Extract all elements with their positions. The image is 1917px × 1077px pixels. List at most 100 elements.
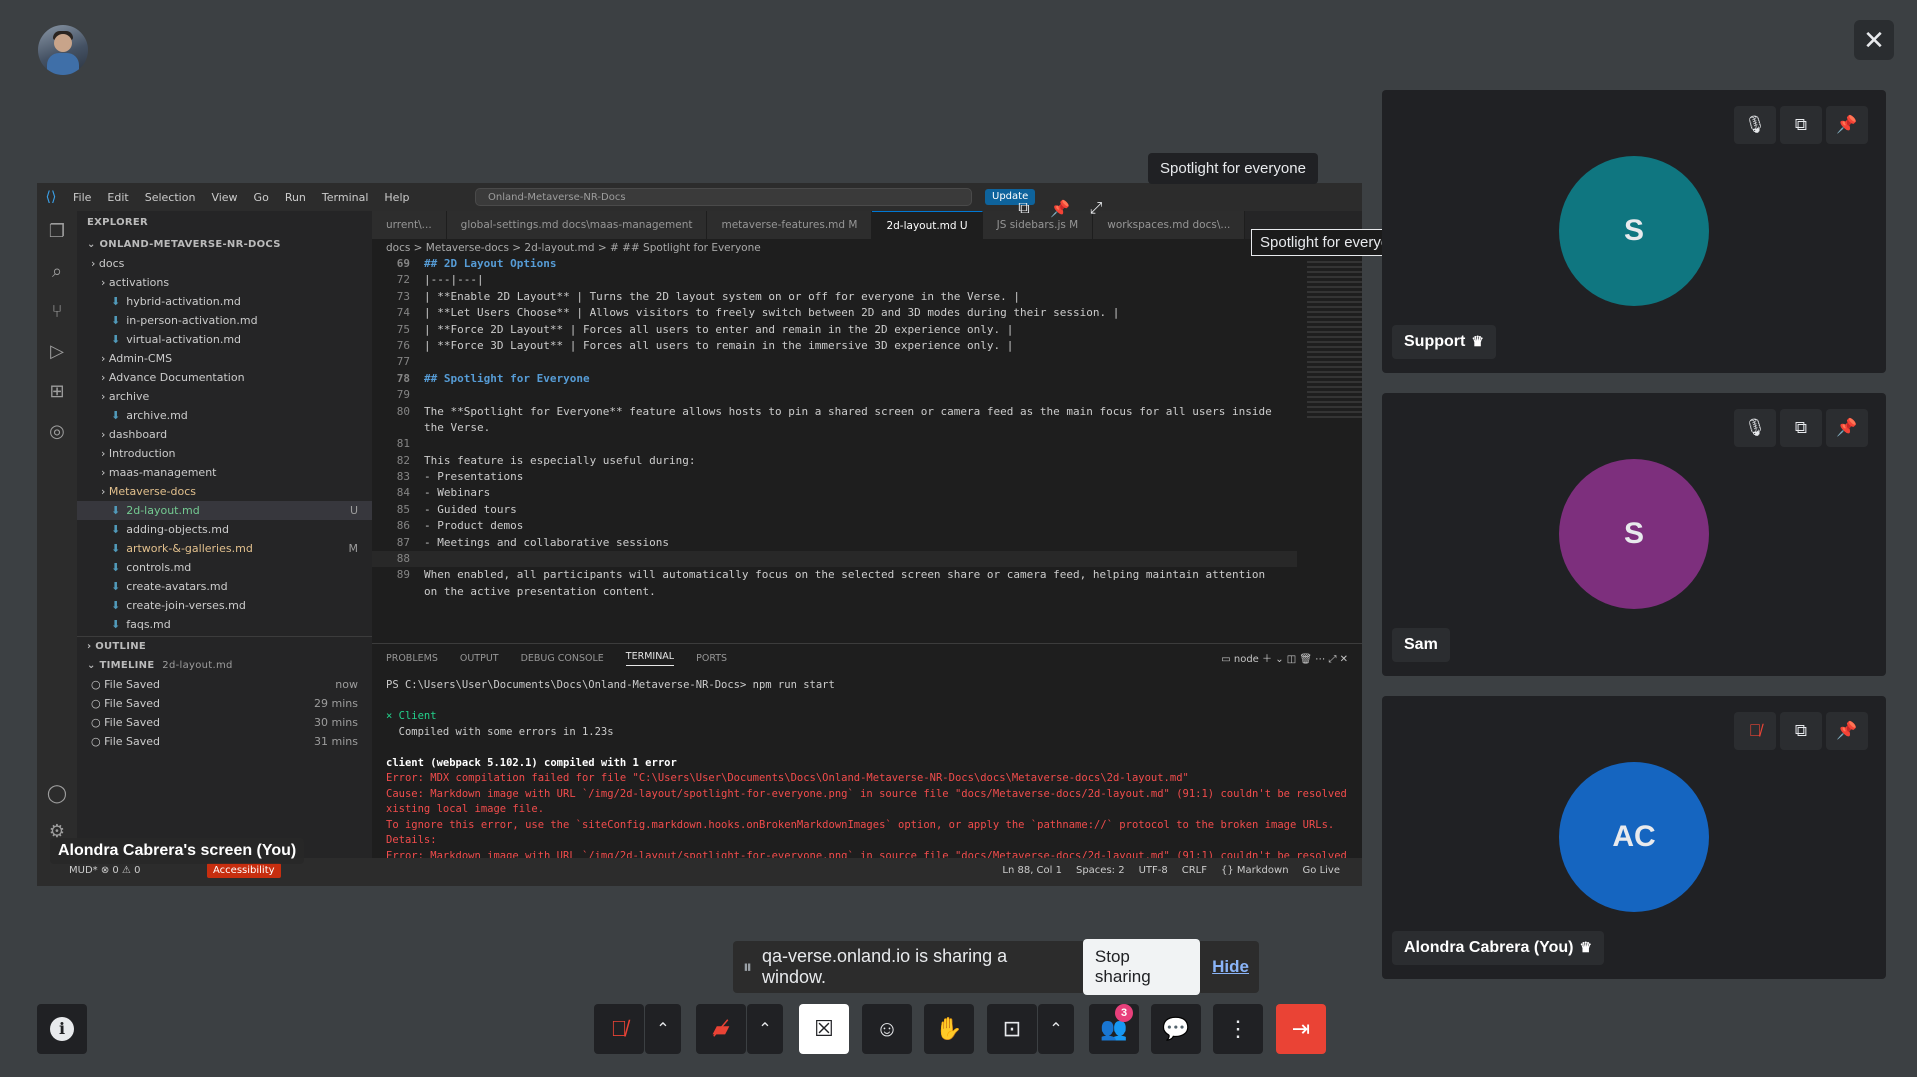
mic-muted-icon[interactable]: 🎙̸ — [594, 1004, 644, 1054]
tree-file[interactable]: ⬇ archive.md — [77, 406, 372, 425]
hide-link[interactable]: Hide — [1212, 957, 1249, 977]
explorer-root[interactable]: ⌄ ONLAND-METAVERSE-NR-DOCS — [77, 235, 372, 254]
outline-section[interactable]: › OUTLINE — [77, 636, 372, 656]
menu-item-view[interactable]: View — [211, 191, 237, 204]
spotlight-icon[interactable]: ⧉ — [1780, 106, 1822, 144]
editor-tab[interactable]: metaverse-features.md M — [707, 211, 873, 239]
timeline-item[interactable]: ○ File Saved now — [77, 675, 372, 694]
tree-file[interactable]: ⬇ faqs.md — [77, 615, 372, 634]
mic-icon[interactable]: 🎙 — [1734, 409, 1776, 447]
menu-item-edit[interactable]: Edit — [107, 191, 128, 204]
tree-folder[interactable]: › Advance Documentation — [77, 368, 372, 387]
status-item[interactable]: Go Live — [1303, 865, 1340, 876]
tree-folder[interactable]: › activations — [77, 273, 372, 292]
expand-icon[interactable]: ⤢ — [1081, 193, 1111, 223]
tree-folder[interactable]: › dashboard — [77, 425, 372, 444]
leave-call-button[interactable]: ⇥ — [1276, 1004, 1326, 1054]
remote-icon[interactable]: ◎ — [37, 411, 77, 451]
menu-item-terminal[interactable]: Terminal — [322, 191, 369, 204]
menu-item-run[interactable]: Run — [285, 191, 306, 204]
pin-icon[interactable]: 📌 — [1826, 409, 1868, 447]
tree-folder[interactable]: › maas-management — [77, 463, 372, 482]
tree-file[interactable]: ⬇ virtual-activation.md — [77, 330, 372, 349]
spotlight-icon[interactable]: ⧉ — [1780, 712, 1822, 750]
tree-folder[interactable]: › Admin-CMS — [77, 349, 372, 368]
terminal-output[interactable]: PS C:\Users\User\Documents\Docs\Onland-M… — [372, 672, 1362, 886]
tree-item-label: hybrid-activation.md — [126, 295, 241, 308]
more-options-icon[interactable]: ⋮ — [1213, 1004, 1263, 1054]
camera-options-caret[interactable]: ⌃ — [747, 1004, 783, 1054]
source-control-icon[interactable]: ⑂ — [37, 291, 77, 331]
editor-tab[interactable]: 2d-layout.md U — [872, 211, 983, 240]
search-icon[interactable]: ⌕ — [37, 251, 77, 291]
status-accessibility[interactable]: Accessibility — [207, 863, 281, 878]
mic-icon[interactable]: 🎙 — [1734, 106, 1776, 144]
panel-tab[interactable]: TERMINAL — [625, 651, 675, 666]
account-icon[interactable]: ◯ — [37, 773, 77, 813]
editor-tab[interactable]: workspaces.md docs\... — [1093, 211, 1246, 239]
tree-file[interactable]: ⬇ in-person-activation.md — [77, 311, 372, 330]
timeline-item[interactable]: ○ File Saved 30 mins — [77, 713, 372, 732]
run-debug-icon[interactable]: ▷ — [37, 331, 77, 371]
mic-muted-icon[interactable]: 🎙̸ — [1734, 712, 1776, 750]
panel-tab[interactable]: PROBLEMS — [386, 653, 438, 664]
tree-file[interactable]: ⬇ create-join-verses.md — [77, 596, 372, 615]
captions-options-caret[interactable]: ⌃ — [1038, 1004, 1074, 1054]
captions-off-icon[interactable]: ⊡ — [987, 1004, 1037, 1054]
menu-item-help[interactable]: Help — [384, 191, 409, 204]
close-icon[interactable]: ✕ — [1854, 20, 1894, 60]
raise-hand-icon[interactable]: ✋ — [924, 1004, 974, 1054]
self-avatar[interactable] — [38, 25, 88, 75]
panel-node-label[interactable]: ▭ node ＋ ⌄ ◫ 🗑 ⋯ ⤢ ✕ — [1221, 650, 1348, 665]
pin-icon[interactable]: 📌 — [1045, 193, 1075, 223]
pin-icon[interactable]: 📌 — [1826, 712, 1868, 750]
editor-tab[interactable]: global-settings.md docs\maas-management — [446, 211, 708, 239]
menu-item-go[interactable]: Go — [254, 191, 269, 204]
code-line: 76 | **Force 3D Layout** | Forces all use… — [372, 338, 1297, 354]
chat-icon[interactable]: 💬 — [1151, 1004, 1201, 1054]
spotlight-icon[interactable]: ⧉ — [1780, 409, 1822, 447]
code-area[interactable]: 69 ## 2D Layout Options 72 |---|---| 73 | **E… — [372, 256, 1297, 600]
stop-screen-share-button[interactable]: ☒ — [799, 1004, 849, 1054]
emoji-reactions-icon[interactable]: ☺ — [862, 1004, 912, 1054]
panel-tab[interactable]: PORTS — [696, 653, 727, 664]
status-left[interactable]: MUD* ⊗ 0 ⚠ 0 — [69, 865, 140, 876]
tree-file[interactable]: ⬇ controls.md — [77, 558, 372, 577]
menu-item-file[interactable]: File — [73, 191, 91, 204]
timeline-item[interactable]: ○ File Saved 29 mins — [77, 694, 372, 713]
timeline-item[interactable]: ○ File Saved 31 mins — [77, 732, 372, 751]
breadcrumb[interactable]: docs > Metaverse-docs > 2d-layout.md > #… — [372, 239, 761, 257]
status-item[interactable]: {} Markdown — [1221, 865, 1289, 876]
tree-folder[interactable]: › Metaverse-docs — [77, 482, 372, 501]
tree-file[interactable]: ⬇ 2d-layout.md U — [77, 501, 372, 520]
status-item[interactable]: Spaces: 2 — [1076, 865, 1125, 876]
tree-file[interactable]: ⬇ artwork-&-galleries.md M — [77, 539, 372, 558]
explorer-icon[interactable]: ❐ — [37, 211, 77, 251]
tree-folder[interactable]: › Introduction — [77, 444, 372, 463]
panel-tab[interactable]: OUTPUT — [460, 653, 499, 664]
extensions-icon[interactable]: ⊞ — [37, 371, 77, 411]
editor-tab[interactable]: urrent\... — [372, 211, 447, 239]
tree-file[interactable]: ⬇ hybrid-activation.md — [77, 292, 372, 311]
tree-file[interactable]: ⬇ create-avatars.md — [77, 577, 372, 596]
menu-item-selection[interactable]: Selection — [145, 191, 196, 204]
vscode-command-center[interactable]: Onland-Metaverse-NR-Docs — [475, 188, 972, 206]
mic-options-caret[interactable]: ⌃ — [645, 1004, 681, 1054]
minimap[interactable] — [1307, 261, 1362, 421]
status-item[interactable]: UTF-8 — [1139, 865, 1168, 876]
status-item[interactable]: CRLF — [1182, 865, 1207, 876]
fullscreen-share-icon[interactable]: ⧉ — [1009, 193, 1039, 223]
drag-handle-icon[interactable]: ⏸ — [743, 957, 752, 978]
camera-off-icon[interactable]: ▰̸ — [696, 1004, 746, 1054]
status-item[interactable]: Ln 88, Col 1 — [1002, 865, 1062, 876]
panel-tab[interactable]: DEBUG CONSOLE — [521, 653, 604, 664]
stop-sharing-button[interactable]: Stop sharing — [1082, 939, 1201, 995]
pin-icon[interactable]: 📌 — [1826, 106, 1868, 144]
tree-folder[interactable]: › docs — [77, 254, 372, 273]
tree-file[interactable]: ⬇ adding-objects.md — [77, 520, 372, 539]
info-button[interactable]: i — [37, 1004, 87, 1054]
participants-button[interactable]: 👥 3 — [1089, 1004, 1139, 1054]
tree-folder[interactable]: › archive — [77, 387, 372, 406]
timeline-section[interactable]: ⌄ TIMELINE 2d-layout.md — [77, 656, 372, 675]
shared-screen: ⟨⟩ File Edit Selection View Go Run Terminal Hel… — [37, 183, 1362, 886]
